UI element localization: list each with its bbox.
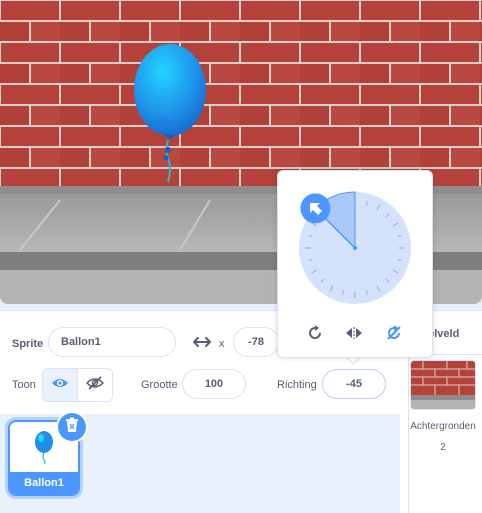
show-hidden-button[interactable] [77, 369, 112, 401]
direction-label: Richting [277, 379, 317, 391]
sprite-label: Sprite [12, 338, 44, 350]
direction-popover [277, 170, 433, 358]
backdrop-thumbnail[interactable] [410, 360, 476, 410]
x-input[interactable]: -78 [233, 327, 279, 357]
sprite-tile-label: Ballon1 [10, 472, 78, 494]
no-rotate-icon [386, 324, 402, 346]
eye-icon [51, 376, 69, 394]
size-input[interactable]: 100 [182, 369, 246, 399]
delete-sprite-button[interactable] [58, 413, 86, 441]
show-toggle [42, 368, 113, 402]
size-label: Grootte [141, 379, 178, 391]
rotate-all-around-button[interactable] [303, 323, 327, 347]
rotate-icon [307, 324, 323, 346]
direction-dial[interactable] [298, 191, 412, 305]
eye-slash-icon [85, 375, 105, 395]
brick-wall [0, 0, 482, 192]
stage-pane-body: Achtergronden 2 [400, 355, 482, 513]
backdrops-label: Achtergronden [410, 421, 476, 432]
trash-icon [65, 417, 79, 438]
direction-handle[interactable] [300, 193, 331, 224]
sprite-name-input[interactable]: Ballon1 [48, 327, 176, 357]
show-label: Toon [12, 379, 36, 391]
x-arrows-icon [192, 335, 212, 354]
direction-input[interactable]: -45 [322, 369, 386, 399]
left-right-button[interactable] [342, 323, 366, 347]
backdrops-count: 2 [440, 442, 446, 453]
x-label: x [219, 338, 225, 350]
show-visible-button[interactable] [43, 369, 77, 401]
flip-horizontal-icon [345, 326, 363, 345]
dont-rotate-button[interactable] [382, 323, 406, 347]
